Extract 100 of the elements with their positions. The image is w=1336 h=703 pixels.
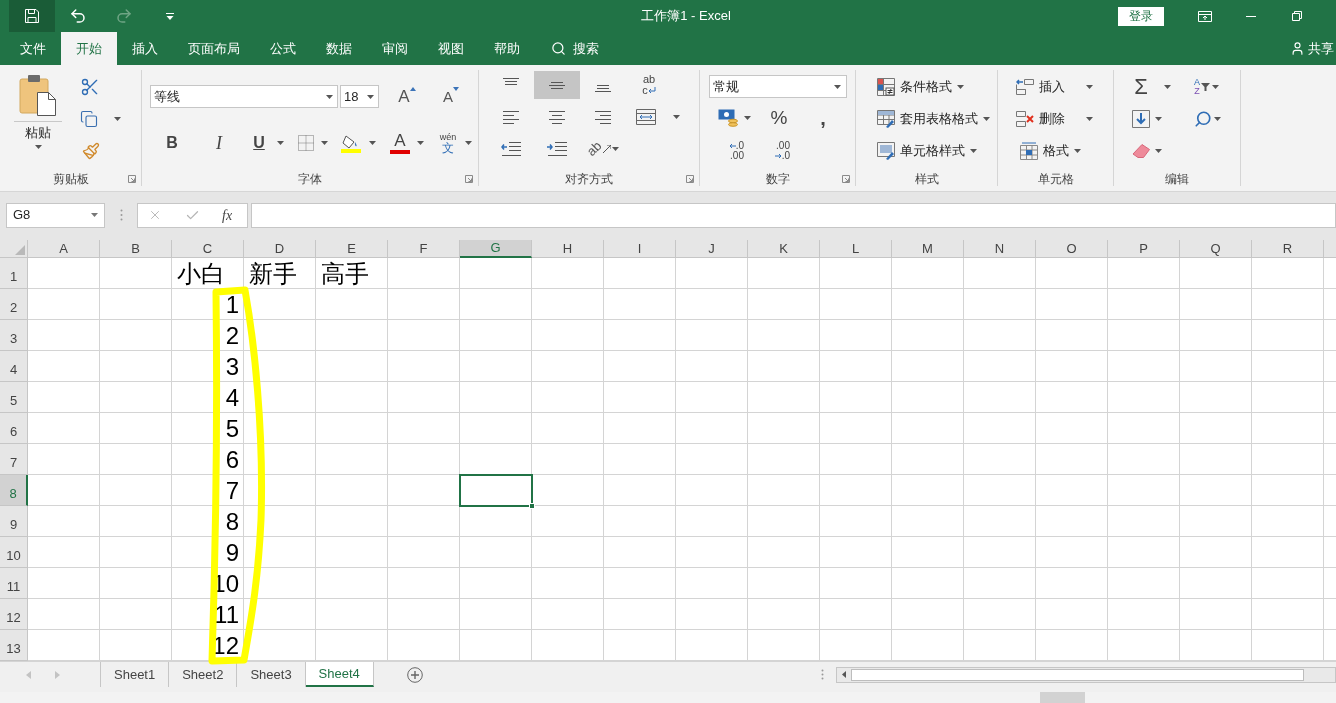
search-icon[interactable]	[1194, 110, 1212, 128]
sheet-tab[interactable]: Sheet3	[237, 662, 306, 687]
save-button[interactable]	[9, 0, 55, 32]
format-painter-icon[interactable]	[82, 142, 100, 160]
increase-decimal-button[interactable]: .0 .00	[720, 141, 744, 161]
insert-function-button[interactable]: fx	[222, 204, 233, 226]
dialog-launcher-icon[interactable]	[842, 175, 850, 183]
row-header[interactable]: 11	[0, 568, 28, 599]
caret-icon[interactable]	[1164, 85, 1171, 89]
underline-button[interactable]: U	[247, 129, 271, 157]
caret-icon[interactable]	[114, 117, 121, 121]
caret-icon[interactable]	[1155, 149, 1162, 153]
number-format-field[interactable]: 常规	[709, 75, 847, 98]
row-header[interactable]: 5	[0, 382, 28, 413]
horizontal-scrollbar[interactable]	[836, 666, 1336, 683]
row-header[interactable]: 13	[0, 630, 28, 661]
column-header[interactable]: G	[460, 240, 532, 258]
format-cells-button[interactable]: 格式	[1020, 141, 1081, 161]
minimize-icon[interactable]	[1246, 15, 1256, 17]
font-name-field[interactable]: 等线	[150, 85, 338, 108]
caret-icon[interactable]	[91, 213, 98, 217]
sheet-tab[interactable]: Sheet4	[305, 662, 374, 687]
shrink-font-button[interactable]: A	[437, 85, 465, 108]
save-icon[interactable]	[24, 8, 40, 24]
caret-icon[interactable]	[1212, 85, 1219, 89]
caret-icon[interactable]	[611, 147, 619, 151]
scrollbar-thumb[interactable]	[851, 668, 1304, 681]
fill-down-icon[interactable]	[1132, 110, 1150, 128]
fill-handle[interactable]	[529, 503, 535, 509]
caret-icon[interactable]	[34, 145, 42, 149]
caret-icon[interactable]	[744, 116, 751, 120]
name-box[interactable]: G8	[6, 202, 105, 228]
caret-icon[interactable]	[673, 115, 680, 119]
italic-button[interactable]: I	[205, 129, 233, 157]
formula-input[interactable]	[251, 202, 1336, 228]
sign-in-button[interactable]: 登录	[1118, 6, 1164, 26]
paste-button[interactable]: 粘贴	[14, 71, 62, 149]
caret-icon[interactable]	[970, 149, 977, 153]
merge-center-icon[interactable]	[636, 109, 656, 125]
restore-icon[interactable]	[1292, 11, 1302, 21]
conditional-formatting-button[interactable]: 条件格式	[877, 71, 964, 103]
sheet-tab[interactable]: Sheet1	[100, 662, 170, 687]
orientation-button[interactable]: ab	[580, 133, 626, 165]
ribbon-tab[interactable]: 视图	[423, 32, 479, 65]
dialog-launcher-icon[interactable]	[465, 175, 473, 183]
caret-icon[interactable]	[1086, 85, 1093, 89]
wrap-text-button[interactable]: ab c	[626, 69, 672, 101]
percent-button[interactable]: %	[767, 103, 791, 133]
bold-button[interactable]: B	[158, 129, 186, 157]
ribbon-tab[interactable]: 帮助	[479, 32, 535, 65]
undo-icon[interactable]	[69, 7, 87, 25]
caret-icon[interactable]	[465, 141, 472, 145]
caret-icon[interactable]	[834, 84, 841, 89]
caret-icon[interactable]	[367, 94, 374, 99]
ribbon-tab[interactable]: 开始	[61, 32, 117, 65]
row-header[interactable]: 4	[0, 351, 28, 382]
comma-style-button[interactable]: ,	[813, 103, 833, 133]
caret-icon[interactable]	[983, 117, 990, 121]
caret-icon[interactable]	[321, 141, 328, 145]
row-header[interactable]: 1	[0, 258, 28, 289]
caret-icon[interactable]	[417, 141, 424, 145]
row-header[interactable]: 8	[0, 475, 28, 506]
increase-indent-icon[interactable]	[547, 141, 567, 157]
add-sheet-icon[interactable]	[406, 666, 423, 683]
font-size-field[interactable]: 18	[340, 85, 379, 108]
ribbon-tab[interactable]: 文件	[5, 32, 61, 65]
grow-font-button[interactable]: A	[393, 85, 421, 108]
decrease-indent-icon[interactable]	[501, 141, 521, 157]
tell-me-search[interactable]: 搜索	[551, 32, 599, 65]
row-header[interactable]: 3	[0, 320, 28, 351]
caret-icon[interactable]	[369, 141, 376, 145]
dialog-launcher-icon[interactable]	[128, 175, 136, 183]
sheet-tab[interactable]: Sheet2	[169, 662, 238, 687]
row-header[interactable]: 12	[0, 599, 28, 630]
format-as-table-button[interactable]: 套用表格格式	[877, 103, 990, 135]
caret-icon[interactable]	[1214, 117, 1221, 121]
scissors-icon[interactable]	[80, 77, 100, 97]
row-header[interactable]: 6	[0, 413, 28, 444]
caret-icon[interactable]	[1155, 117, 1162, 121]
accounting-icon[interactable]	[718, 109, 738, 127]
insert-cells-button[interactable]: 插入	[1016, 77, 1065, 97]
ribbon-tab[interactable]: 插入	[117, 32, 173, 65]
dialog-launcher-icon[interactable]	[686, 175, 694, 183]
caret-icon[interactable]	[1074, 149, 1081, 153]
ribbon-display-options-icon[interactable]	[1198, 10, 1212, 22]
row-header[interactable]: 7	[0, 444, 28, 475]
caret-icon[interactable]	[1086, 117, 1093, 121]
decrease-decimal-button[interactable]: .00 .0	[766, 141, 790, 161]
ribbon-tab[interactable]: 公式	[255, 32, 311, 65]
cell-styles-button[interactable]: 单元格样式	[877, 135, 977, 167]
eraser-icon[interactable]	[1132, 144, 1150, 158]
ribbon-tab[interactable]: 审阅	[367, 32, 423, 65]
row-header[interactable]: 2	[0, 289, 28, 320]
copy-icon[interactable]	[80, 110, 98, 128]
caret-icon[interactable]	[277, 141, 284, 145]
delete-cells-button[interactable]: 删除	[1016, 109, 1065, 129]
customize-icon[interactable]	[166, 12, 174, 20]
row-header[interactable]: 9	[0, 506, 28, 537]
ribbon-tab[interactable]: 数据	[311, 32, 367, 65]
phonetic-guide-button[interactable]: wén 文	[438, 132, 458, 154]
